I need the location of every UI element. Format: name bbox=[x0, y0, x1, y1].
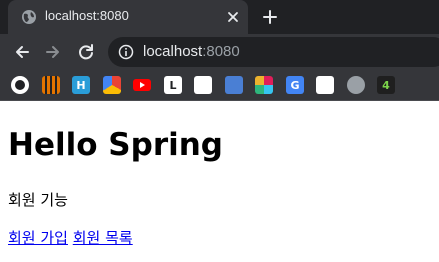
translate-icon[interactable]: G bbox=[286, 76, 304, 94]
slack-icon[interactable] bbox=[255, 76, 273, 94]
info-icon[interactable] bbox=[118, 44, 134, 60]
nav-links: 회원 가입 회원 목록 bbox=[8, 227, 133, 248]
hi-logo-icon[interactable]: H bbox=[72, 76, 90, 94]
member-list-link[interactable]: 회원 목록 bbox=[73, 229, 133, 247]
youtube-icon[interactable] bbox=[133, 76, 151, 94]
close-icon[interactable] bbox=[226, 10, 240, 24]
colorful-app-icon[interactable] bbox=[103, 76, 121, 94]
mascot-icon[interactable] bbox=[194, 76, 212, 94]
url-host: localhost bbox=[143, 43, 203, 60]
tab-title: localhost:8080 bbox=[45, 8, 129, 23]
address-bar[interactable]: localhost:8080 bbox=[108, 37, 439, 67]
globe-icon bbox=[22, 10, 36, 24]
url-text[interactable]: localhost:8080 bbox=[143, 43, 240, 60]
plus-icon[interactable] bbox=[262, 9, 278, 25]
black-circle-icon[interactable] bbox=[11, 76, 29, 94]
bookmarks-bar: H L G 4 bbox=[0, 70, 439, 101]
tree-dots-icon[interactable] bbox=[316, 76, 334, 94]
blue-square-icon[interactable] bbox=[225, 76, 243, 94]
member-signup-link[interactable]: 회원 가입 bbox=[8, 229, 68, 247]
browser-chrome: localhost:8080 localhost:8080 H L G 4 bbox=[0, 0, 439, 101]
browser-toolbar: localhost:8080 bbox=[0, 34, 439, 70]
page-title: Hello Spring bbox=[8, 127, 224, 163]
browser-tab[interactable]: localhost:8080 bbox=[8, 0, 248, 34]
section-subtitle: 회원 기능 bbox=[8, 191, 68, 209]
back-arrow-icon[interactable] bbox=[13, 43, 31, 61]
letter-l-icon[interactable]: L bbox=[164, 76, 182, 94]
globe-icon[interactable] bbox=[347, 76, 365, 94]
url-port: :8080 bbox=[202, 43, 240, 60]
forward-arrow-icon[interactable] bbox=[44, 43, 62, 61]
page-content: Hello Spring 회원 기능 회원 가입 회원 목록 bbox=[0, 101, 439, 262]
reload-icon[interactable] bbox=[77, 43, 95, 61]
striped-shield-icon[interactable] bbox=[42, 76, 60, 94]
number-4-icon[interactable]: 4 bbox=[377, 76, 395, 94]
